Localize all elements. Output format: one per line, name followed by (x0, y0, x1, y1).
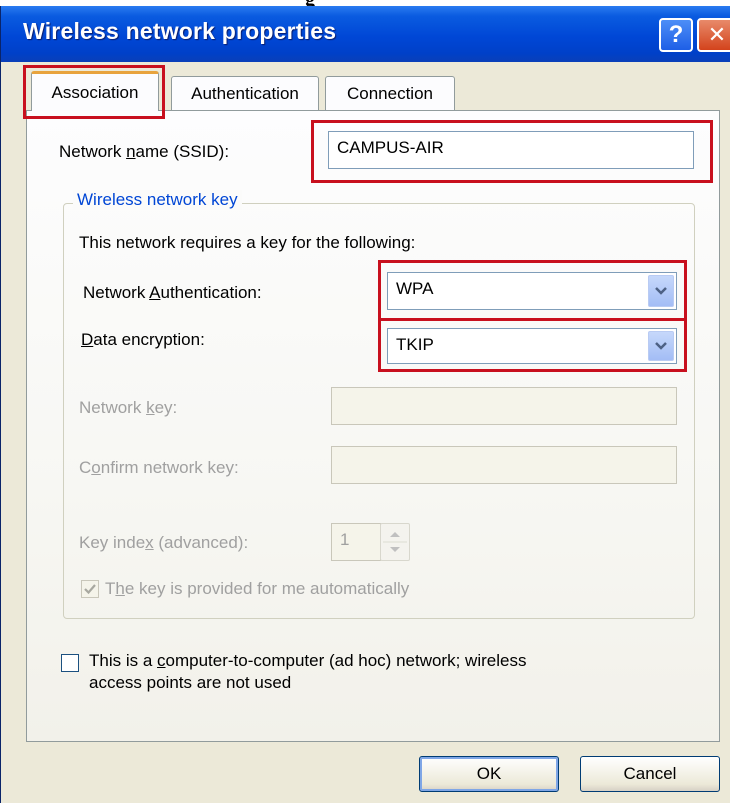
tab-association[interactable]: Association (31, 71, 159, 111)
auto-key-label: The key is provided for me automatically (105, 579, 410, 598)
chevron-down-icon[interactable] (648, 331, 674, 361)
key-index-label: Key index (advanced): (79, 533, 249, 552)
question-mark-icon: ? (668, 21, 684, 48)
chevron-down-icon[interactable] (648, 275, 674, 307)
ok-button[interactable]: OK (419, 756, 559, 792)
encryption-label: Data encryption: (81, 330, 205, 349)
tab-connection[interactable]: Connection (325, 76, 455, 110)
network-authentication-select[interactable]: WPA (387, 272, 677, 310)
confirm-key-input[interactable] (331, 446, 677, 484)
auth-value: WPA (396, 279, 434, 298)
tab-label: Connection (346, 83, 433, 103)
tab-authentication[interactable]: Authentication (171, 76, 319, 110)
adhoc-label-line2: access points are not used (89, 673, 292, 692)
spinner-arrows-icon (383, 532, 407, 552)
group-title: Wireless network key (73, 190, 242, 210)
cancel-button[interactable]: Cancel (580, 756, 720, 792)
adhoc-label-line1: This is a computer-to-computer (ad hoc) … (89, 651, 527, 670)
help-button[interactable]: ? (659, 18, 693, 52)
encryption-value: TKIP (396, 335, 434, 354)
ssid-label: Network name (SSID): (59, 142, 230, 161)
close-button[interactable]: ✕ (697, 18, 730, 52)
checkmark-icon (84, 584, 96, 595)
ssid-input[interactable]: CAMPUS-AIR (328, 131, 694, 169)
auth-label: Network Authentication: (83, 283, 262, 302)
adhoc-checkbox[interactable] (61, 654, 79, 672)
data-encryption-select[interactable]: TKIP (387, 328, 677, 364)
window-title: Wireless network properties (23, 18, 337, 44)
tab-label: Authentication (191, 83, 299, 103)
close-icon: ✕ (707, 22, 727, 47)
key-index-spinner[interactable] (380, 523, 410, 561)
auto-key-checkbox[interactable] (81, 580, 99, 598)
dialog-window: Wireless network properties ? ✕ Associat… (0, 6, 730, 803)
title-bar[interactable]: Wireless network properties ? ✕ (1, 6, 730, 62)
tab-label: Association (51, 82, 139, 102)
confirm-key-label: Confirm network key: (79, 458, 239, 477)
ssid-value: CAMPUS-AIR (337, 138, 444, 157)
key-index-input[interactable]: 1 (331, 523, 381, 561)
key-intro-text: This network requires a key for the foll… (79, 233, 416, 252)
network-key-label: Network key: (79, 398, 178, 417)
network-key-input[interactable] (331, 387, 677, 425)
key-index-value: 1 (340, 530, 350, 549)
